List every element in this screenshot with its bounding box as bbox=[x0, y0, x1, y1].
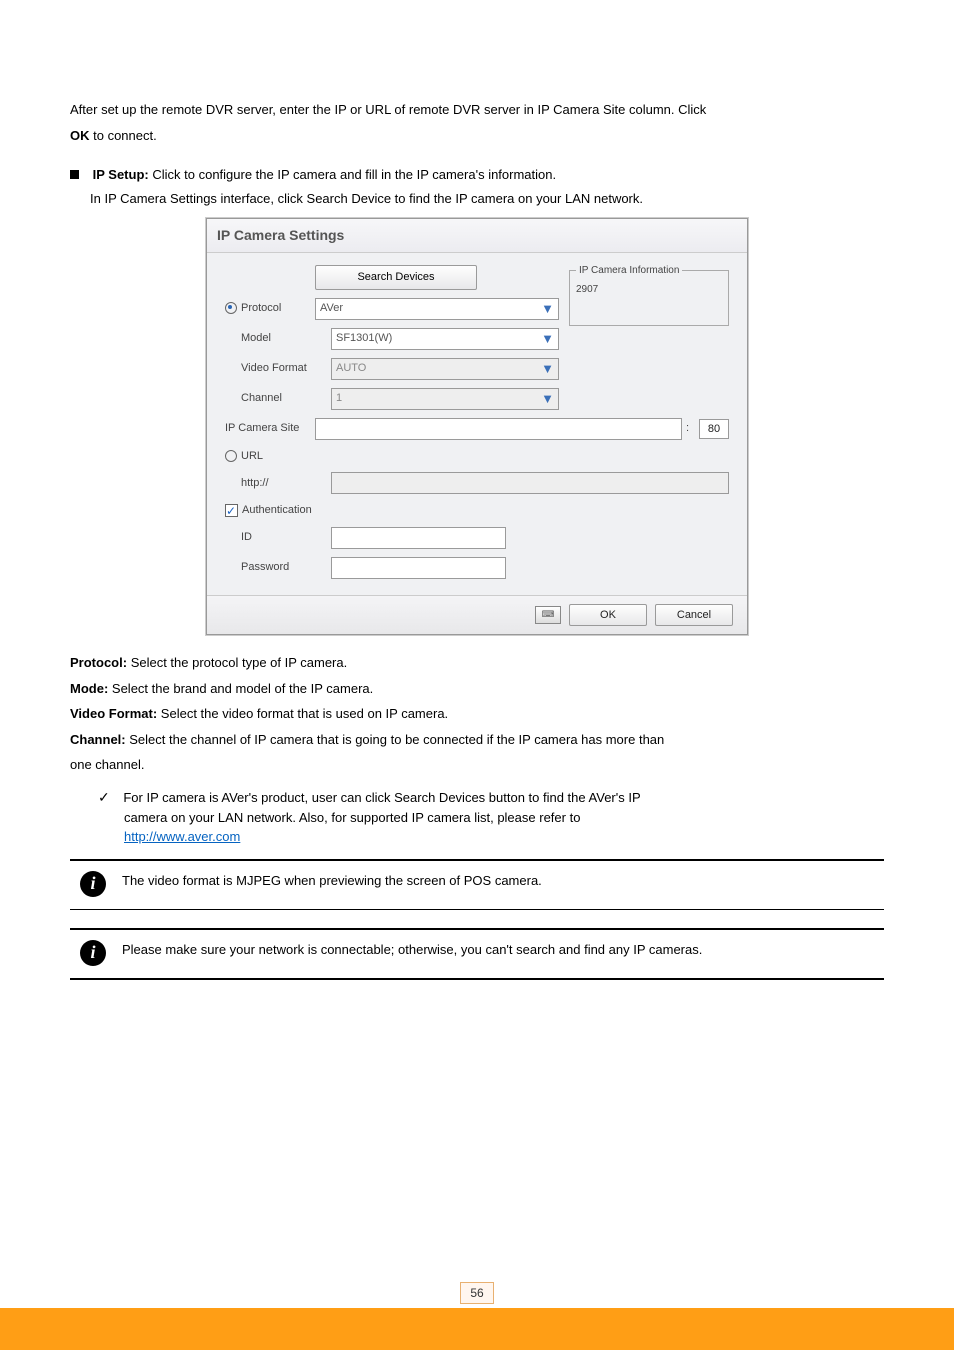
url-label: URL bbox=[241, 450, 263, 462]
model-label: Model bbox=[225, 330, 331, 347]
info2-b: can' bbox=[485, 942, 508, 957]
id-label: ID bbox=[225, 529, 331, 546]
info-icon: i bbox=[80, 940, 106, 966]
cancel-button[interactable]: Cancel bbox=[655, 604, 733, 627]
protocol-def-label: Protocol: bbox=[70, 655, 127, 670]
square-bullet-icon bbox=[70, 170, 79, 179]
password-label: Password bbox=[225, 559, 331, 576]
checkmark-icon: ✓ bbox=[98, 789, 110, 805]
top-text-line1: After set up the remote DVR server, ente… bbox=[70, 100, 884, 120]
id-input[interactable] bbox=[331, 527, 506, 549]
aver-link[interactable]: http://www.aver.com bbox=[124, 829, 240, 844]
url-input[interactable] bbox=[331, 472, 729, 494]
tick-text-1: For IP camera is AVer's product, user ca… bbox=[123, 790, 640, 805]
footer-bar: 56 bbox=[0, 1308, 954, 1350]
ip-setup-label: IP Setup: bbox=[93, 167, 149, 182]
tick-text-2: camera on your LAN network. Also, for su… bbox=[124, 810, 580, 825]
ip-camera-settings-dialog: IP Camera Settings IP Camera Information… bbox=[206, 218, 748, 635]
video-format-label: Video Format bbox=[225, 360, 331, 377]
channel-label: Channel bbox=[225, 390, 331, 407]
top-text-line2: OK to connect. bbox=[70, 126, 884, 146]
info2-c: t search and find any IP cameras. bbox=[509, 942, 702, 957]
chevron-down-icon: ▼ bbox=[541, 389, 554, 409]
protocol-label: Protocol bbox=[241, 302, 281, 314]
chevron-down-icon: ▼ bbox=[541, 299, 554, 319]
videoformat-def-label: Video Format: bbox=[70, 706, 157, 721]
port-input[interactable]: 80 bbox=[699, 419, 729, 439]
mode-def-label: Mode: bbox=[70, 681, 108, 696]
keyboard-icon[interactable]: ⌨ bbox=[535, 606, 561, 624]
auth-checkbox[interactable] bbox=[225, 504, 238, 517]
chevron-down-icon: ▼ bbox=[541, 359, 554, 379]
chevron-down-icon: ▼ bbox=[541, 329, 554, 349]
page-number: 56 bbox=[460, 1282, 494, 1304]
ipinfo-legend: IP Camera Information bbox=[576, 263, 682, 278]
info-note-2: i Please make sure your network is conne… bbox=[70, 928, 884, 980]
info-icon: i bbox=[80, 871, 106, 897]
password-input[interactable] bbox=[331, 557, 506, 579]
port-colon: : bbox=[686, 420, 689, 437]
ipinfo-value: 2907 bbox=[576, 284, 598, 295]
dialog-title: IP Camera Settings bbox=[207, 219, 747, 253]
ok-button[interactable]: OK bbox=[569, 604, 647, 627]
top-text-ok: OK bbox=[70, 128, 90, 143]
info-text-1: The video format is MJPEG when previewin… bbox=[122, 871, 542, 891]
video-format-select[interactable]: AUTO▼ bbox=[331, 358, 559, 380]
search-devices-button[interactable]: Search Devices bbox=[315, 265, 477, 290]
top-text-after: to connect. bbox=[93, 128, 157, 143]
info2-a: Please make sure your network is connect… bbox=[122, 942, 485, 957]
info-note-1: i The video format is MJPEG when preview… bbox=[70, 859, 884, 910]
channel-def-text2: one channel. bbox=[70, 755, 884, 775]
ip-camera-site-label: IP Camera Site bbox=[225, 420, 315, 437]
protocol-select[interactable]: AVer▼ bbox=[315, 298, 559, 320]
channel-select[interactable]: 1▼ bbox=[331, 388, 559, 410]
ip-camera-information-group: IP Camera Information 2907 bbox=[569, 263, 729, 326]
ip-setup-bullet: IP Setup: Click to configure the IP came… bbox=[70, 165, 884, 185]
ip-setup-indent: In IP Camera Settings interface, click S… bbox=[90, 191, 643, 206]
http-label: http:// bbox=[225, 475, 331, 492]
channel-def-text: Select the channel of IP camera that is … bbox=[129, 732, 664, 747]
videoformat-def-text: Select the video format that is used on … bbox=[161, 706, 448, 721]
auth-label: Authentication bbox=[242, 504, 312, 516]
model-select[interactable]: SF1301(W)▼ bbox=[331, 328, 559, 350]
mode-def-text: Select the brand and model of the IP cam… bbox=[112, 681, 373, 696]
protocol-def-text: Select the protocol type of IP camera. bbox=[131, 655, 348, 670]
ip-camera-site-input[interactable] bbox=[315, 418, 682, 440]
url-radio[interactable] bbox=[225, 450, 237, 462]
ip-setup-desc: Click to configure the IP camera and fil… bbox=[152, 167, 556, 182]
channel-def-label: Channel: bbox=[70, 732, 126, 747]
protocol-radio[interactable] bbox=[225, 302, 237, 314]
